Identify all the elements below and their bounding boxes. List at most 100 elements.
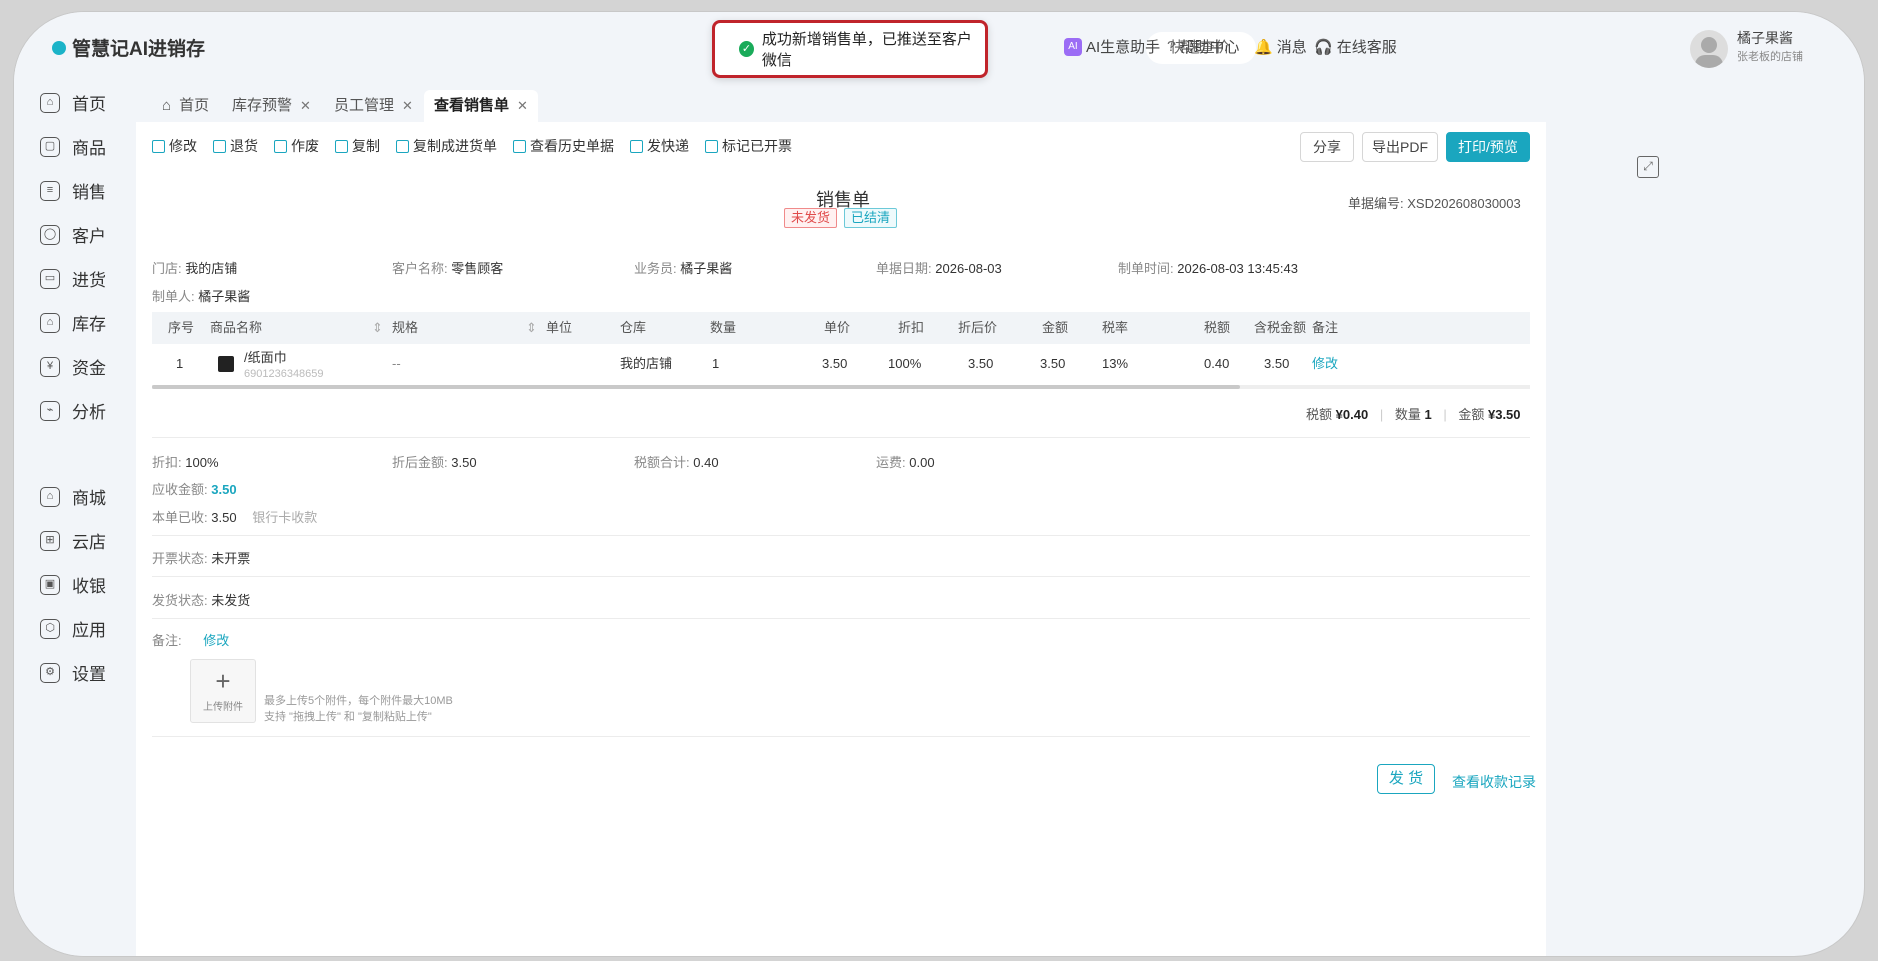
salesman-field: 业务员: 橘子果酱 [634,261,733,276]
void-icon [274,139,287,153]
sidebar: ⌂ 首页 ▢ 商品 ≡ 销售 ◯ 客户 ▭ 进货 ⌂ 库存 ¥ 资金 ⌁ 分析 ⌂ 商城 ⊞ 云店 … [14,82,134,956]
sidebar-item-apps[interactable]: ⬡ 应用 [40,616,106,641]
sidebar-item-home[interactable]: ⌂ 首页 [40,90,106,115]
copy-button[interactable]: 复制 [335,136,380,156]
messages-link[interactable]: 🔔 消息 [1254,36,1307,57]
document-icon [513,139,526,153]
table-row: 1 /纸面巾 6901236348659 -- 我的店铺 1 3.50 100%… [152,344,1530,384]
sort-icon[interactable]: ⇕ [372,312,383,344]
sidebar-item-cloud-store[interactable]: ⊞ 云店 [40,528,106,553]
edit-icon [152,139,165,153]
receivable-field: 应收金额: 3.50 [152,482,237,497]
cashier-icon: ▣ [40,574,60,595]
close-icon[interactable]: ✕ [402,91,413,121]
ai-icon: AI [1064,37,1082,56]
upload-attachment-button[interactable]: + 上传附件 [190,659,256,723]
divider [152,576,1530,577]
customer-field: 客户名称: 零售顾客 [392,261,504,276]
divider [152,437,1530,438]
sales-order-panel: 修改 退货 作废 复制 复制成进货单 查看历史单据 发快递 标记已开票 分享 导… [136,122,1546,956]
user-name[interactable]: 橘子果酱 [1737,28,1793,48]
fullscreen-icon[interactable]: ⤢ [1637,156,1659,178]
user-store: 张老板的店铺 [1737,51,1803,63]
sidebar-item-inventory[interactable]: ⌂ 库存 [40,310,106,335]
app-window: 管慧记AI进销存 快速查价 AI AI生意助手 ? 帮助中心 🔔 消息 🎧 在线… [14,12,1864,956]
app-logo[interactable]: 管慧记AI进销存 [52,34,205,61]
table-header: 序号 商品名称 ⇕ 规格 ⇕ 单位 仓库 数量 单价 折扣 折后价 金额 税率 … [152,312,1530,344]
store-field: 门店: 我的店铺 [152,261,238,276]
wallet-icon: ¥ [40,356,60,377]
sidebar-item-products[interactable]: ▢ 商品 [40,134,106,159]
warehouse-icon: ⌂ [40,312,60,333]
date-field: 单据日期: 2026-08-03 [876,261,1002,276]
sidebar-item-sales[interactable]: ≡ 销售 [40,178,106,203]
status-badge-unshipped: 未发货 [784,208,838,228]
copy-icon [335,139,348,153]
tab-stock-alert[interactable]: 库存预警 ✕ [222,90,321,122]
invoice-icon [705,139,718,153]
remark-edit-link[interactable]: 修改 [203,633,229,648]
tab-staff[interactable]: 员工管理 ✕ [324,90,423,122]
mall-icon: ⌂ [40,486,60,507]
avatar[interactable] [1690,30,1728,68]
export-pdf-button[interactable]: 导出PDF [1362,132,1438,162]
received-field: 本单已收: 3.50 银行卡收款 [152,510,318,525]
divider [152,736,1530,737]
creator-field: 制单人: 橘子果酱 [152,289,251,304]
tab-home[interactable]: ⌂ 首页 [152,90,219,122]
upload-hint: 支持 "拖拽上传" 和 "复制粘贴上传" [264,711,432,723]
help-center-link[interactable]: ? 帮助中心 [1167,36,1239,57]
status-badge-settled: 已结清 [844,208,898,228]
online-service-link[interactable]: 🎧 在线客服 [1314,36,1397,57]
logo-mark-icon [52,40,66,55]
upload-hint: 最多上传5个附件，每个附件最大10MB [264,695,453,707]
view-history-button[interactable]: 查看历史单据 [513,136,614,156]
created-time-field: 制单时间: 2026-08-03 13:45:43 [1118,261,1298,276]
package-icon [630,139,643,153]
share-button[interactable]: 分享 [1300,132,1354,162]
after-discount-field: 折后金额: 3.50 [392,455,477,470]
user-icon: ◯ [40,224,60,245]
sidebar-item-cashier[interactable]: ▣ 收银 [40,572,106,597]
scrollbar-thumb[interactable] [152,385,1240,389]
tab-bar: ⌂ 首页 库存预警 ✕ 员工管理 ✕ 查看销售单 ✕ ⤢ [134,82,1864,178]
sidebar-item-funds[interactable]: ¥ 资金 [40,354,106,379]
purchase-icon: ▭ [40,268,60,289]
horizontal-scrollbar[interactable] [152,385,1530,389]
headset-icon: 🎧 [1314,38,1333,56]
send-express-button[interactable]: 发快递 [630,136,689,156]
receipt-icon: ≡ [40,180,60,201]
success-toast: ✓ 成功新增销售单，已推送至客户微信 [712,20,988,78]
print-preview-button[interactable]: 打印/预览 [1446,132,1530,162]
return-button[interactable]: 退货 [213,136,258,156]
deliver-button[interactable]: 发 货 [1377,764,1435,794]
plus-icon: + [215,666,231,696]
edit-button[interactable]: 修改 [152,136,197,156]
divider [152,618,1530,619]
row-edit-link[interactable]: 修改 [1312,344,1338,384]
store-icon: ⊞ [40,530,60,551]
sort-icon[interactable]: ⇕ [526,312,537,344]
app-logo-text: 管慧记AI进销存 [72,39,206,60]
divider [152,535,1530,536]
mark-invoiced-button[interactable]: 标记已开票 [705,136,792,156]
tax-total-field: 税额合计: 0.40 [634,455,719,470]
sidebar-item-settings[interactable]: ⚙ 设置 [40,660,106,685]
ai-assistant-link[interactable]: AI AI生意助手 [1064,36,1160,57]
sidebar-item-purchase[interactable]: ▭ 进货 [40,266,106,291]
tab-view-sales-order[interactable]: 查看销售单 ✕ [424,90,538,122]
remark-field: 备注: 修改 [152,633,230,648]
view-receipts-link[interactable]: 查看收款记录 [1452,772,1536,792]
sidebar-item-customers[interactable]: ◯ 客户 [40,222,106,247]
shipping-status-field: 发货状态: 未发货 [152,593,251,608]
sidebar-item-mall[interactable]: ⌂ 商城 [40,484,106,509]
sidebar-item-analysis[interactable]: ⌁ 分析 [40,398,106,423]
copy-to-purchase-button[interactable]: 复制成进货单 [396,136,497,156]
void-button[interactable]: 作废 [274,136,319,156]
toolbar: 修改 退货 作废 复制 复制成进货单 查看历史单据 发快递 标记已开票 [152,136,792,156]
gear-icon: ⚙ [40,662,60,683]
items-table: 序号 商品名称 ⇕ 规格 ⇕ 单位 仓库 数量 单价 折扣 折后价 金额 税率 … [152,312,1530,384]
close-icon[interactable]: ✕ [517,91,528,121]
close-icon[interactable]: ✕ [300,91,311,121]
product-thumbnail [218,356,234,372]
